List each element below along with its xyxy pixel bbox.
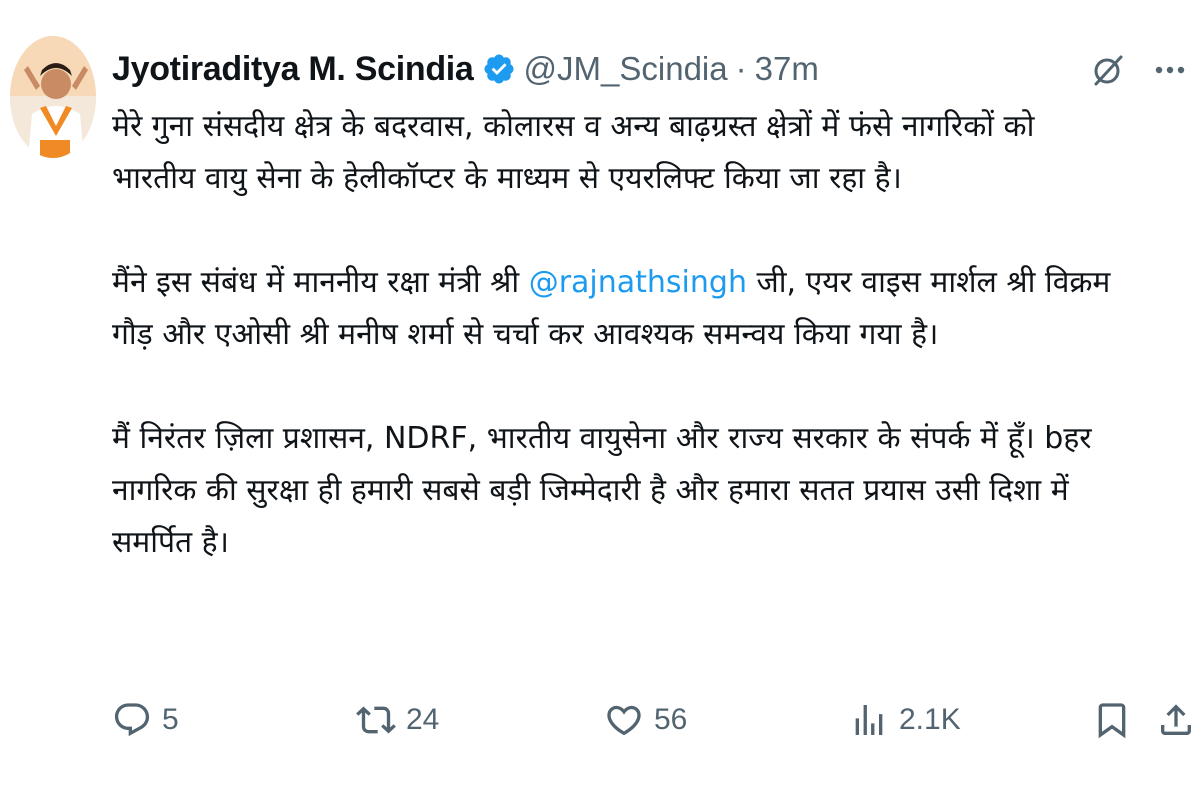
like-button[interactable]: 56 — [604, 700, 687, 740]
verified-badge-icon[interactable] — [482, 52, 516, 86]
more-icon[interactable] — [1150, 50, 1190, 90]
tweet-paragraph-1: मेरे गुना संसदीय क्षेत्र के बदरवास, कोला… — [112, 101, 1192, 205]
like-count: 56 — [654, 703, 688, 736]
paragraph-2-line-2: गौड़ और एओसी श्री मनीष शर्मा से चर्चा कर… — [112, 317, 939, 352]
share-button[interactable] — [1156, 700, 1196, 740]
heart-icon — [604, 700, 644, 740]
paragraph-2-line-1-before: मैंने इस संबंध में माननीय रक्षा मंत्री श… — [112, 265, 529, 300]
bookmark-icon — [1092, 700, 1132, 740]
header-separator: · — [735, 50, 747, 87]
tweet-text: मेरे गुना संसदीय क्षेत्र के बदरवास, कोला… — [112, 101, 1192, 569]
tweet-timestamp[interactable]: 37m — [755, 50, 819, 88]
share-icon — [1156, 700, 1196, 740]
mention-link[interactable]: @rajnathsingh — [529, 265, 747, 300]
avatar-image — [10, 36, 96, 158]
top-actions — [1088, 50, 1190, 90]
reply-count: 5 — [162, 703, 179, 736]
paragraph-3-line-3: समर्पित है। — [112, 525, 229, 560]
grok-icon[interactable] — [1088, 50, 1128, 90]
tweet-action-bar: 5 24 56 2.1K — [112, 694, 1194, 748]
views-button[interactable]: 2.1K — [849, 700, 961, 740]
views-count: 2.1K — [899, 703, 961, 736]
repost-button[interactable]: 24 — [356, 700, 439, 740]
paragraph-2-line-1-after: जी, एयर वाइस मार्शल श्री विक्रम — [746, 265, 1111, 300]
views-icon — [849, 700, 889, 740]
tweet-paragraph-3: मैं निरंतर ज़िला प्रशासन, NDRF, भारतीय व… — [112, 413, 1192, 569]
avatar[interactable] — [10, 36, 96, 158]
paragraph-1-line-2: भारतीय वायु सेना के हेलीकॉप्टर के माध्यम… — [112, 161, 902, 196]
tweet-header: Jyotiraditya M. Scindia @JM_Scindia · 37… — [112, 44, 819, 94]
repost-count: 24 — [406, 703, 440, 736]
tweet-paragraph-2: मैंने इस संबंध में माननीय रक्षा मंत्री श… — [112, 257, 1192, 361]
bookmark-button[interactable] — [1092, 700, 1132, 740]
paragraph-3-line-2: नागरिक की सुरक्षा ही हमारी सबसे बड़ी जिम… — [112, 473, 1069, 508]
author-handle[interactable]: @JM_Scindia — [524, 50, 728, 88]
reply-icon — [112, 700, 152, 740]
author-display-name[interactable]: Jyotiraditya M. Scindia — [112, 50, 474, 89]
repost-icon — [356, 700, 396, 740]
paragraph-1-line-1: मेरे गुना संसदीय क्षेत्र के बदरवास, कोला… — [112, 109, 1035, 144]
reply-button[interactable]: 5 — [112, 700, 179, 740]
paragraph-3-line-1: मैं निरंतर ज़िला प्रशासन, NDRF, भारतीय व… — [112, 421, 1092, 456]
